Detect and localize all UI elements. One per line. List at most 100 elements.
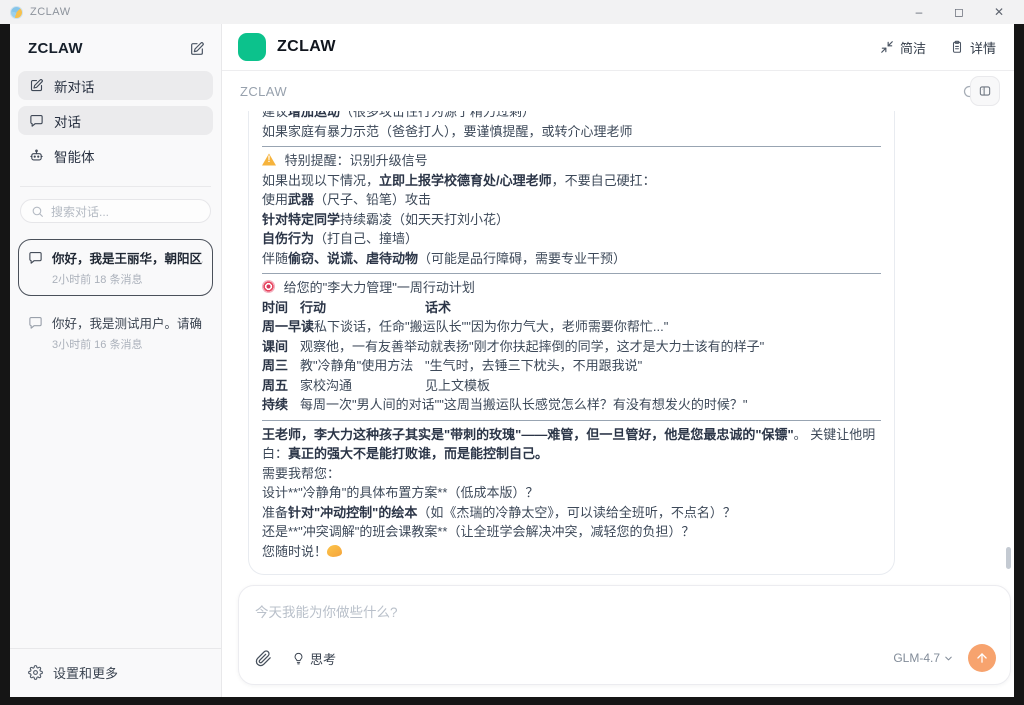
message-text: 增加运动 bbox=[288, 111, 340, 119]
plan-table-cell: "这周当搬运队长感觉怎么样？有没有想发火的时候？" bbox=[439, 395, 881, 415]
plan-table-cell: 行动 bbox=[300, 298, 425, 318]
chat-bubble-icon bbox=[28, 315, 43, 352]
paperclip-icon[interactable] bbox=[255, 650, 272, 667]
message-line: 需要我帮您： bbox=[262, 464, 881, 484]
message-divider bbox=[262, 146, 881, 147]
sidebar-item-label: 新对话 bbox=[54, 76, 95, 96]
robot-icon bbox=[29, 148, 44, 163]
message-text: 准备 bbox=[262, 505, 288, 520]
plan-table-row: 课间观察他，一有友善举动就表扬"刚才你扶起摔倒的同学，这才是大力士该有的样子" bbox=[262, 337, 881, 357]
compact-view-button[interactable]: 简洁 bbox=[880, 38, 926, 57]
sidebar-item-chats[interactable]: 对话 bbox=[18, 106, 213, 135]
settings-label: 设置和更多 bbox=[53, 663, 118, 682]
plan-table-cell: 话术 bbox=[425, 298, 881, 318]
maximize-button[interactable]: ◻ bbox=[952, 5, 966, 19]
conversation-item[interactable]: 你好，我是测试用户。请确... 3小时前 16 条消息 bbox=[18, 304, 213, 361]
message-line: 准备针对"冲动控制"的绘本（如《杰瑞的冷静太空》，可以读给全班听，不点名）？ bbox=[262, 503, 881, 523]
message-text: 使用 bbox=[262, 192, 288, 207]
message-text: 设计**"冷静角"的具体布置方案**（低成本版）？ bbox=[262, 485, 538, 500]
message-text: 如果出现以下情况， bbox=[262, 173, 379, 188]
plan-table-cell: 观察他，一有友善举动就表扬 bbox=[300, 337, 469, 357]
send-button[interactable] bbox=[968, 644, 996, 672]
app-logo-icon bbox=[10, 6, 23, 19]
chat-bubble-icon bbox=[28, 250, 43, 287]
sidebar-title: ZCLAW bbox=[28, 40, 83, 57]
message-line: 特别提醒：识别升级信号 bbox=[262, 151, 881, 171]
message-text: 您随时说！ bbox=[262, 544, 327, 559]
plan-table-cell: "因为你力气大，老师需要你帮忙..." bbox=[466, 317, 881, 337]
sidebar-settings[interactable]: 设置和更多 bbox=[10, 648, 221, 697]
plan-table-cell: 教"冷静角"使用方法 bbox=[300, 356, 425, 376]
message-text: 自伤行为 bbox=[262, 231, 314, 246]
sidebar-nav: 新对话 对话 智能体 bbox=[10, 71, 221, 176]
message-text: 需要我帮您： bbox=[262, 466, 340, 481]
message-line: 伴随偷窃、说谎、虐待动物（可能是品行障碍，需要专业干预） bbox=[262, 249, 881, 269]
sidebar: ZCLAW 新对话 对话 智能体 bbox=[10, 24, 222, 697]
message-line: 王老师，李大力这种孩子其实是"带刺的玫瑰"——难管，但一旦管好，他是您最忠诚的"… bbox=[262, 425, 881, 464]
plan-table-cell: 每周一次"男人间的对话" bbox=[300, 395, 439, 415]
message-text: 还是**"冲突调解"的班会课教案**（让全班学会解决冲突，减轻您的负担）？ bbox=[262, 524, 694, 539]
main-panel: ZCLAW 简洁 详情 ZCLAW bbox=[222, 24, 1014, 697]
message-text: 建议 bbox=[262, 111, 288, 119]
search-icon bbox=[31, 205, 44, 218]
message-line: 针对特定同学持续霸凌（如天天打刘小花） bbox=[262, 210, 881, 230]
compose-icon bbox=[29, 78, 44, 93]
sidebar-item-agents[interactable]: 智能体 bbox=[18, 141, 213, 170]
collapse-arrows-icon bbox=[880, 40, 894, 54]
message-text: 王老师，李大力这种孩子其实是"带刺的玫瑰"——难管，但一旦管好，他是您最忠诚的"… bbox=[262, 427, 794, 442]
message-text: 武器 bbox=[288, 192, 314, 207]
composer-placeholder: 今天我能为你做些什么? bbox=[255, 601, 996, 621]
message-line: 自伤行为（打自己、撞墙） bbox=[262, 229, 881, 249]
detail-view-label: 详情 bbox=[970, 38, 996, 57]
message-text: 立即上报学校德育处/心理老师 bbox=[379, 173, 552, 188]
target-emoji-icon bbox=[262, 280, 275, 293]
header-actions: 简洁 详情 bbox=[880, 38, 996, 57]
conversation-meta: 2小时前 18 条消息 bbox=[52, 271, 203, 287]
chevron-down-icon bbox=[943, 653, 954, 664]
search-input[interactable]: 搜索对话... bbox=[20, 199, 211, 223]
app-window: ZCLAW 新对话 对话 智能体 bbox=[10, 24, 1014, 697]
message-text: （可能是品行障碍，需要专业干预） bbox=[418, 251, 626, 266]
conversation-meta: 3小时前 16 条消息 bbox=[52, 336, 203, 352]
plan-table-cell: 课间 bbox=[262, 337, 300, 357]
plan-table-cell: "刚才你扶起摔倒的同学，这才是大力士该有的样子" bbox=[469, 337, 881, 357]
detail-view-button[interactable]: 详情 bbox=[950, 38, 996, 57]
brand-title: ZCLAW bbox=[277, 38, 336, 56]
plan-table-cell: 家校沟通 bbox=[300, 376, 425, 396]
plan-table-row: 周三教"冷静角"使用方法"生气时，去锤三下枕头，不用跟我说" bbox=[262, 356, 881, 376]
message-line: 您随时说！ bbox=[262, 542, 881, 562]
side-panel-toggle-button[interactable] bbox=[970, 76, 1000, 106]
sidebar-item-new-chat[interactable]: 新对话 bbox=[18, 71, 213, 100]
conversation-title: 你好，我是测试用户。请确... bbox=[52, 313, 203, 332]
message-text: 针对特定同学 bbox=[262, 212, 340, 227]
scrollbar-thumb[interactable] bbox=[1006, 547, 1011, 569]
message-line: 如果家庭有暴力示范（爸爸打人），要谨慎提醒，或转介心理老师 bbox=[262, 122, 881, 142]
plan-table-row: 周一早读私下谈话，任命"搬运队长""因为你力气大，老师需要你帮忙..." bbox=[262, 317, 881, 337]
message-text: （尺子、铅笔）攻击 bbox=[314, 192, 431, 207]
compact-view-label: 简洁 bbox=[900, 38, 926, 57]
composer[interactable]: 今天我能为你做些什么? 思考 GLM-4.7 bbox=[238, 585, 1011, 685]
message-divider bbox=[262, 420, 881, 421]
close-button[interactable]: ✕ bbox=[992, 5, 1006, 19]
model-selector[interactable]: GLM-4.7 bbox=[893, 651, 954, 665]
think-toggle-button[interactable]: 思考 bbox=[292, 649, 336, 668]
chat-subheader: ZCLAW bbox=[222, 71, 1014, 111]
message-text: 特别提醒：识别升级信号 bbox=[281, 153, 428, 168]
message-text: （很多攻击性行为源于精力过剩） bbox=[340, 111, 535, 119]
brand-logo-icon bbox=[238, 33, 266, 61]
compose-icon[interactable] bbox=[189, 41, 205, 57]
clipboard-icon bbox=[950, 40, 964, 54]
message-text: （如《杰瑞的冷静太空》，可以读给全班听，不点名）？ bbox=[417, 505, 736, 520]
minimize-button[interactable]: – bbox=[912, 5, 926, 19]
sidebar-item-label: 对话 bbox=[54, 111, 81, 131]
sidebar-divider bbox=[20, 186, 211, 187]
sidebar-header: ZCLAW bbox=[10, 24, 221, 71]
conversation-title: 你好，我是王丽华，朝阳区... bbox=[52, 248, 203, 267]
plan-table-cell: 周一早读 bbox=[262, 317, 314, 337]
message-line: 还是**"冲突调解"的班会课教案**（让全班学会解决冲突，减轻您的负担）？ bbox=[262, 522, 881, 542]
message-divider bbox=[262, 273, 881, 274]
conversation-item-selected[interactable]: 你好，我是王丽华，朝阳区... 2小时前 18 条消息 bbox=[18, 239, 213, 296]
message-text: 针对"冲动控制"的绘本 bbox=[288, 505, 417, 520]
model-name: GLM-4.7 bbox=[893, 651, 940, 665]
conversation-body: 你好，我是王丽华，朝阳区... 2小时前 18 条消息 bbox=[52, 248, 203, 287]
